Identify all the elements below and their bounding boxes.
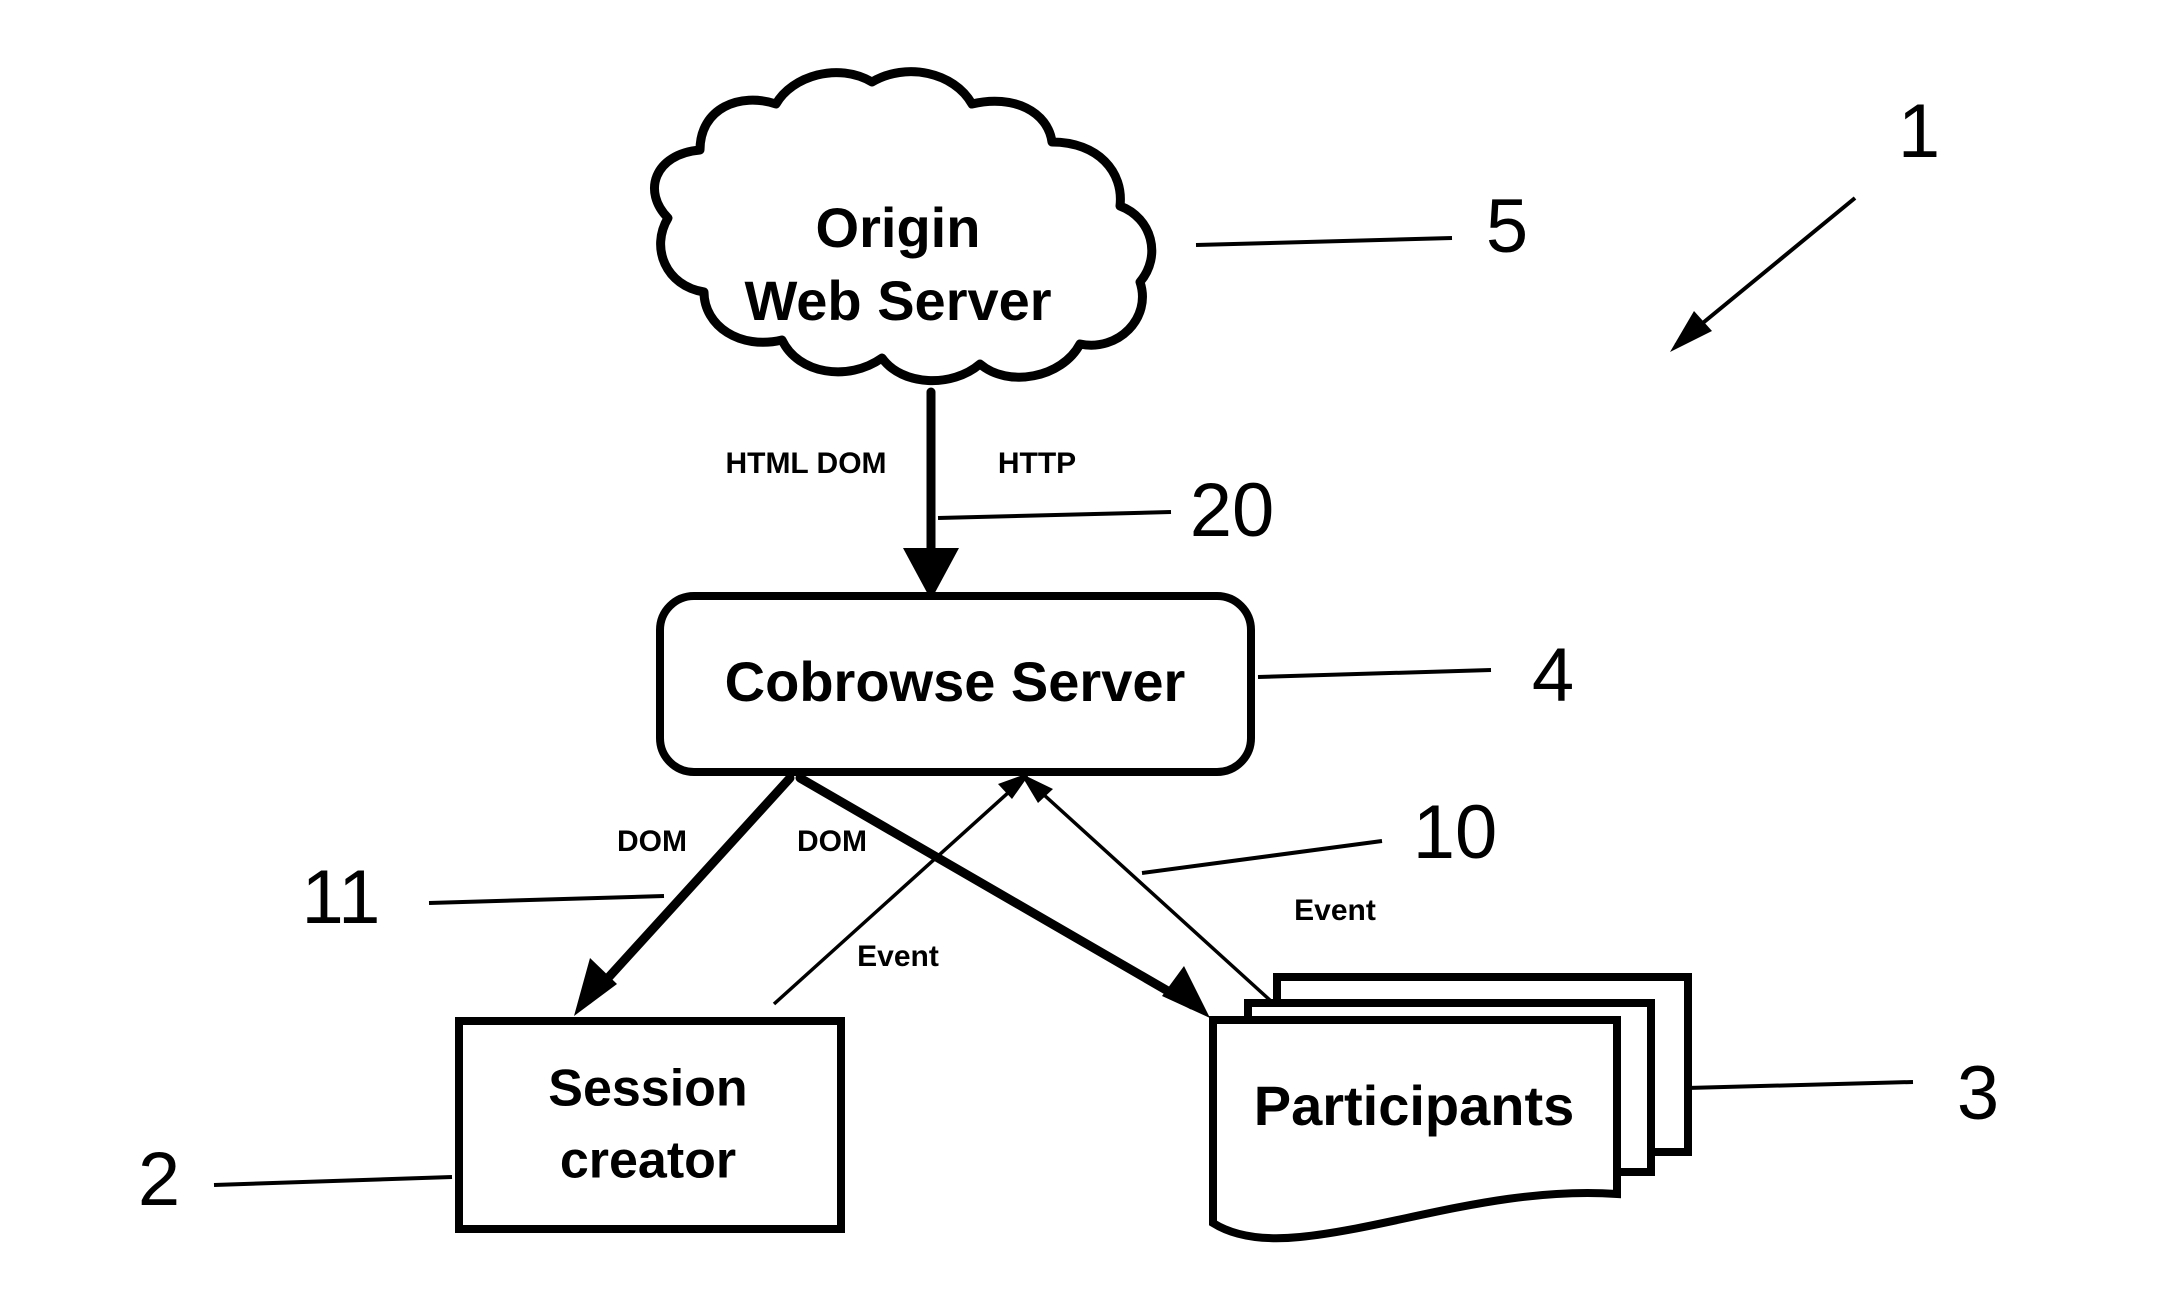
edge-label-http: HTTP [998,447,1076,480]
leader-line-3 [1686,1080,1914,1090]
ref-numeral-11: 11 [302,855,381,940]
origin-web-server-label-line1: Origin [816,196,981,259]
ref-numeral-20: 20 [1190,468,1275,553]
edge-label-event-left: Event [857,940,939,973]
edge-label-html-dom: HTML DOM [725,447,886,480]
ref-numeral-3: 3 [1957,1051,1999,1136]
edge-participants-to-server [1020,773,1274,1004]
figure-ref-1-arrow [1670,196,1857,352]
leader-line-11 [428,894,665,905]
edge-label-event-right: Event [1294,894,1376,927]
figure-root: Origin Web Server 5 1 HTML DOM HTTP 20 C… [0,0,2165,1301]
edge-server-to-participants [795,773,1210,1018]
leader-line-10 [1141,839,1383,875]
leader-line-5 [1195,236,1453,247]
session-creator-label-line1: Session [548,1060,747,1118]
session-creator-box [455,1017,845,1233]
session-creator-label-line2: creator [560,1132,736,1190]
node-cobrowse-server: Cobrowse Server [656,592,1255,776]
node-session-creator: Session creator [455,1017,845,1233]
participants-label: Participants [1254,1074,1575,1137]
edge-label-dom-right: DOM [797,825,867,858]
ref-numeral-1: 1 [1898,89,1940,174]
ref-numeral-10: 10 [1413,790,1498,875]
node-participants: Participants [1209,973,1692,1243]
node-origin-web-server: Origin Web Server [650,67,1157,385]
leader-line-20 [937,510,1172,520]
cobrowse-server-label: Cobrowse Server [725,650,1186,713]
edge-origin-to-cobrowse [903,387,959,600]
ref-numeral-2: 2 [138,1137,180,1222]
patent-figure-svg: Origin Web Server 5 1 HTML DOM HTTP 20 C… [138,67,1999,1243]
origin-web-server-label-line2: Web Server [744,269,1051,332]
ref-numeral-5: 5 [1486,184,1528,269]
ref-numeral-4: 4 [1532,633,1574,718]
leader-line-2 [213,1175,453,1187]
edge-label-dom-left: DOM [617,825,687,858]
leader-line-4 [1257,668,1492,679]
